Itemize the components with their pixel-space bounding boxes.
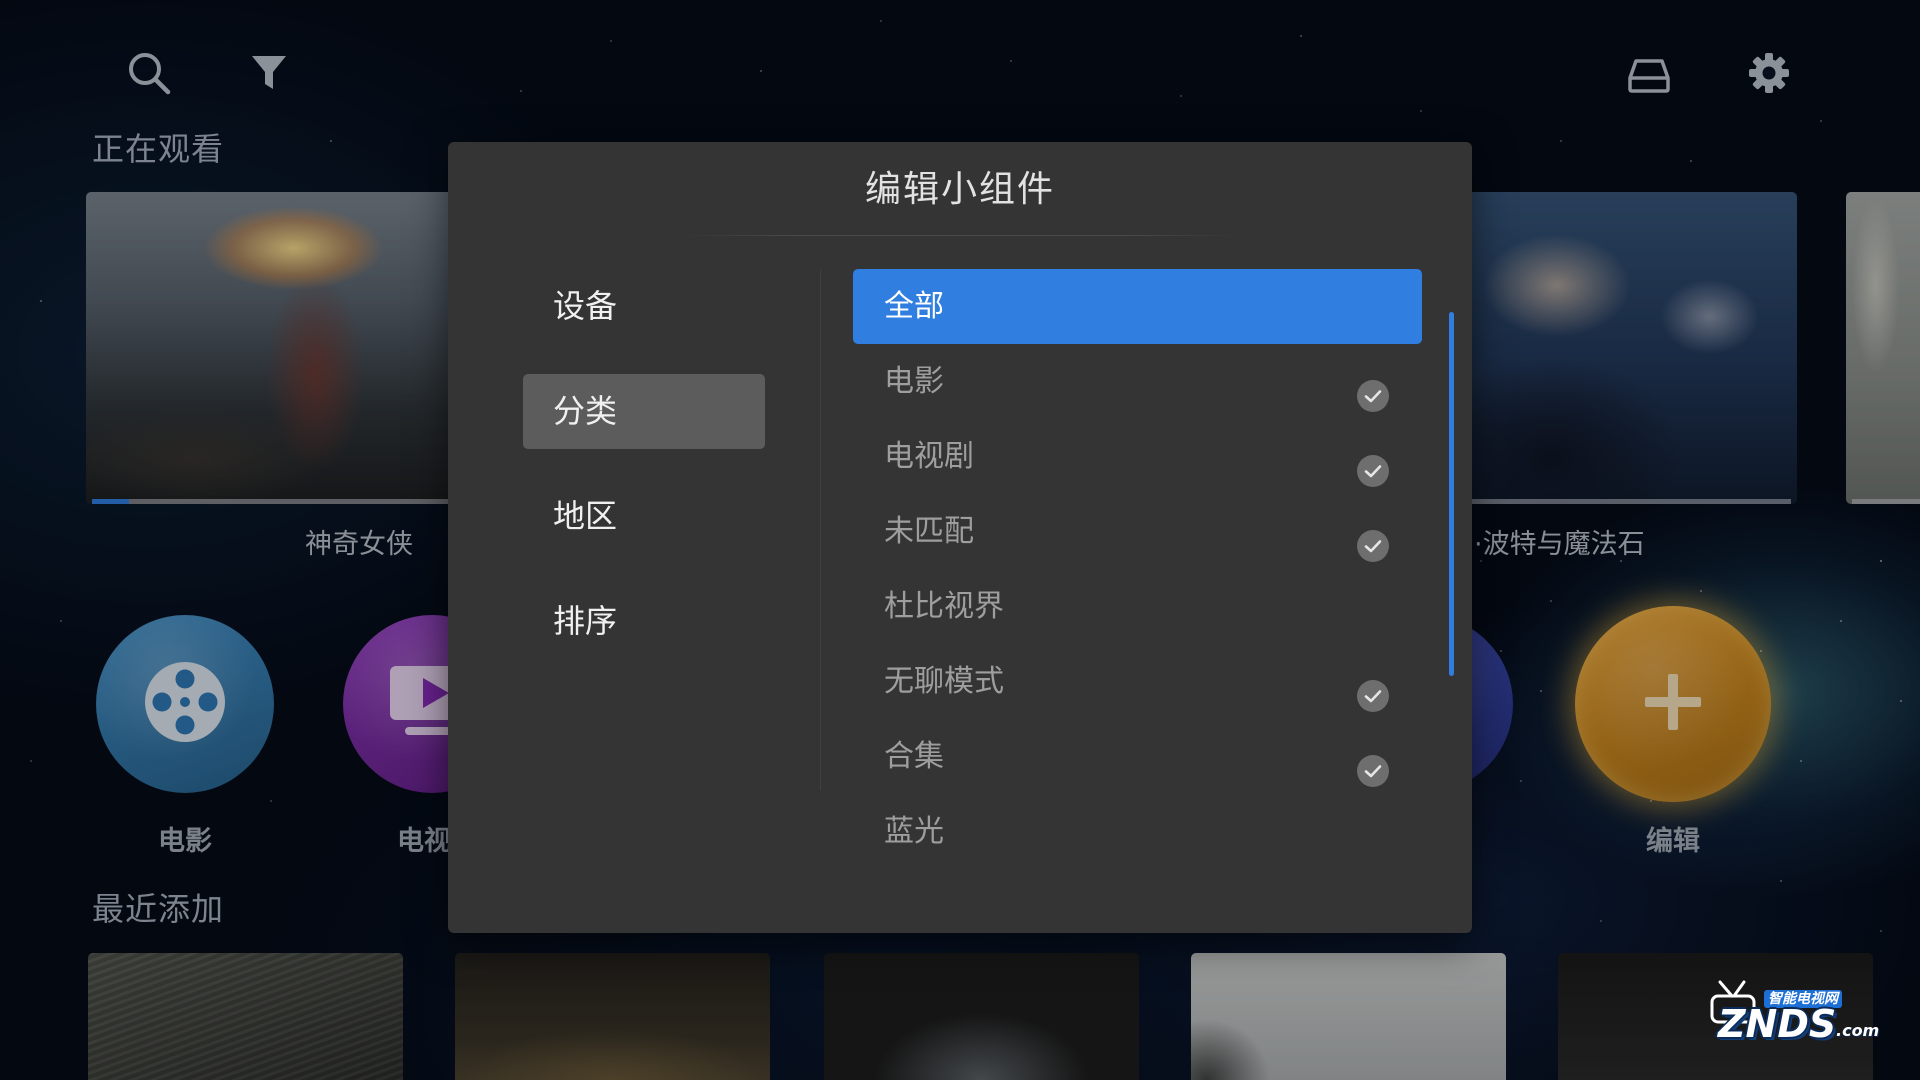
- option-label: 杜比视界: [884, 589, 1004, 624]
- option-label: 全部: [884, 289, 944, 324]
- option-label: 电视剧: [884, 439, 974, 474]
- option-row-tv-series[interactable]: 电视剧: [853, 419, 1422, 494]
- tab-sort[interactable]: 排序: [523, 584, 765, 659]
- tab-category[interactable]: 分类: [523, 374, 765, 449]
- dialog-title: 编辑小组件: [864, 169, 1055, 210]
- option-label: 电影: [884, 364, 944, 399]
- panel-divider: [820, 269, 821, 790]
- option-row-boring-mode[interactable]: 无聊模式: [853, 644, 1422, 719]
- options-scrollbar[interactable]: [1449, 312, 1454, 676]
- check-icon: [1357, 440, 1389, 487]
- option-label: 无聊模式: [884, 664, 1004, 699]
- option-row-blu-ray[interactable]: 蓝光: [853, 794, 1422, 869]
- check-icon: [1357, 365, 1389, 412]
- option-row-collections[interactable]: 合集: [853, 719, 1422, 794]
- option-row-movies[interactable]: 电影: [853, 344, 1422, 419]
- watermark-brand: ZNDS: [1718, 1002, 1837, 1046]
- title-divider: [682, 235, 1237, 236]
- option-label: 蓝光: [884, 814, 944, 849]
- option-row-all[interactable]: 全部: [853, 269, 1422, 344]
- tab-device[interactable]: 设备: [523, 269, 765, 344]
- watermark-suffix: .com: [1836, 1021, 1880, 1040]
- check-icon: [1357, 740, 1389, 787]
- check-icon: [1357, 665, 1389, 712]
- watermark: 智能电视网 ZNDS .com: [1706, 978, 1880, 1046]
- check-icon: [1357, 515, 1389, 562]
- option-row-dolby-vision[interactable]: 杜比视界: [853, 569, 1422, 644]
- edit-widget-dialog: 编辑小组件 设备 分类 地区 排序 全部 电影 电视剧 未匹配 杜比视界 无聊模…: [448, 142, 1472, 933]
- tab-region[interactable]: 地区: [523, 479, 765, 554]
- option-row-unmatched[interactable]: 未匹配: [853, 494, 1422, 569]
- home-screen: 正在观看 神奇女侠 ·波特与魔法石 电影 电视 编辑 最近添加 编辑小组件 设备…: [0, 0, 1920, 1080]
- option-label: 未匹配: [884, 514, 974, 549]
- option-label: 合集: [884, 739, 944, 774]
